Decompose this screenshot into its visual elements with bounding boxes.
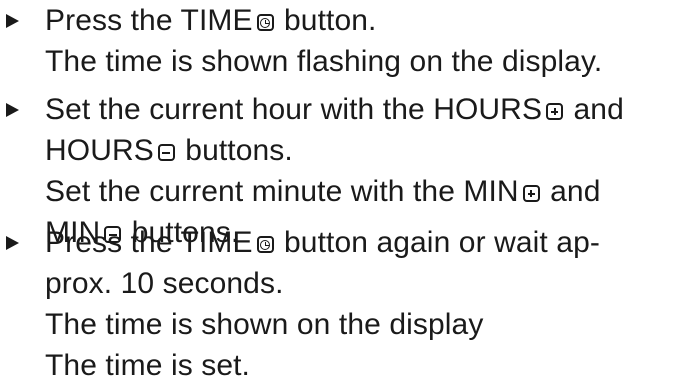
text-line: Set the current hour with the HOURS and (45, 89, 693, 130)
step-1: Press the TIME button. The time is shown… (0, 0, 693, 82)
text-segment: HOURS (45, 134, 154, 167)
text-line: Press the TIME button again or wait ap- (45, 222, 693, 263)
text-line: The time is set. (45, 345, 693, 385)
text-line: Press the TIME button. (45, 0, 693, 41)
time-clock-icon (256, 236, 274, 253)
text-segment: Set the current hour with the HOURS (45, 93, 543, 126)
text-segment: button again or wait ap- (275, 226, 600, 259)
bullet-arrow-icon (6, 103, 19, 117)
text-segment: The time is shown flashing on the displa… (45, 45, 603, 78)
bullet-arrow-icon (6, 14, 19, 28)
hours-plus-icon (546, 103, 564, 120)
bullet-arrow-icon (6, 236, 19, 250)
instruction-page: Press the TIME button. The time is shown… (0, 0, 693, 385)
text-segment: button. (275, 4, 377, 37)
text-line: The time is shown flashing on the displa… (45, 41, 693, 82)
min-plus-icon (522, 185, 540, 202)
hours-minus-icon (157, 144, 175, 161)
text-segment: and (541, 175, 601, 208)
text-line: Set the current minute with the MIN and (45, 171, 693, 212)
text-segment: and (565, 93, 624, 126)
text-line: The time is shown on the display (45, 304, 693, 345)
text-segment: Set the current minute with the MIN (45, 175, 519, 208)
text-line: HOURS buttons. (45, 130, 693, 171)
text-segment: The time is set. (45, 349, 250, 382)
text-segment: Press the TIME (45, 226, 253, 259)
step-3: Press the TIME button again or wait ap- … (0, 222, 693, 385)
text-line: prox. 10 seconds. (45, 263, 693, 304)
text-segment: The time is shown on the display (45, 308, 484, 341)
text-segment: prox. 10 seconds. (45, 267, 284, 300)
time-clock-icon (256, 14, 274, 31)
text-segment: buttons. (176, 134, 293, 167)
text-segment: Press the TIME (45, 4, 253, 37)
